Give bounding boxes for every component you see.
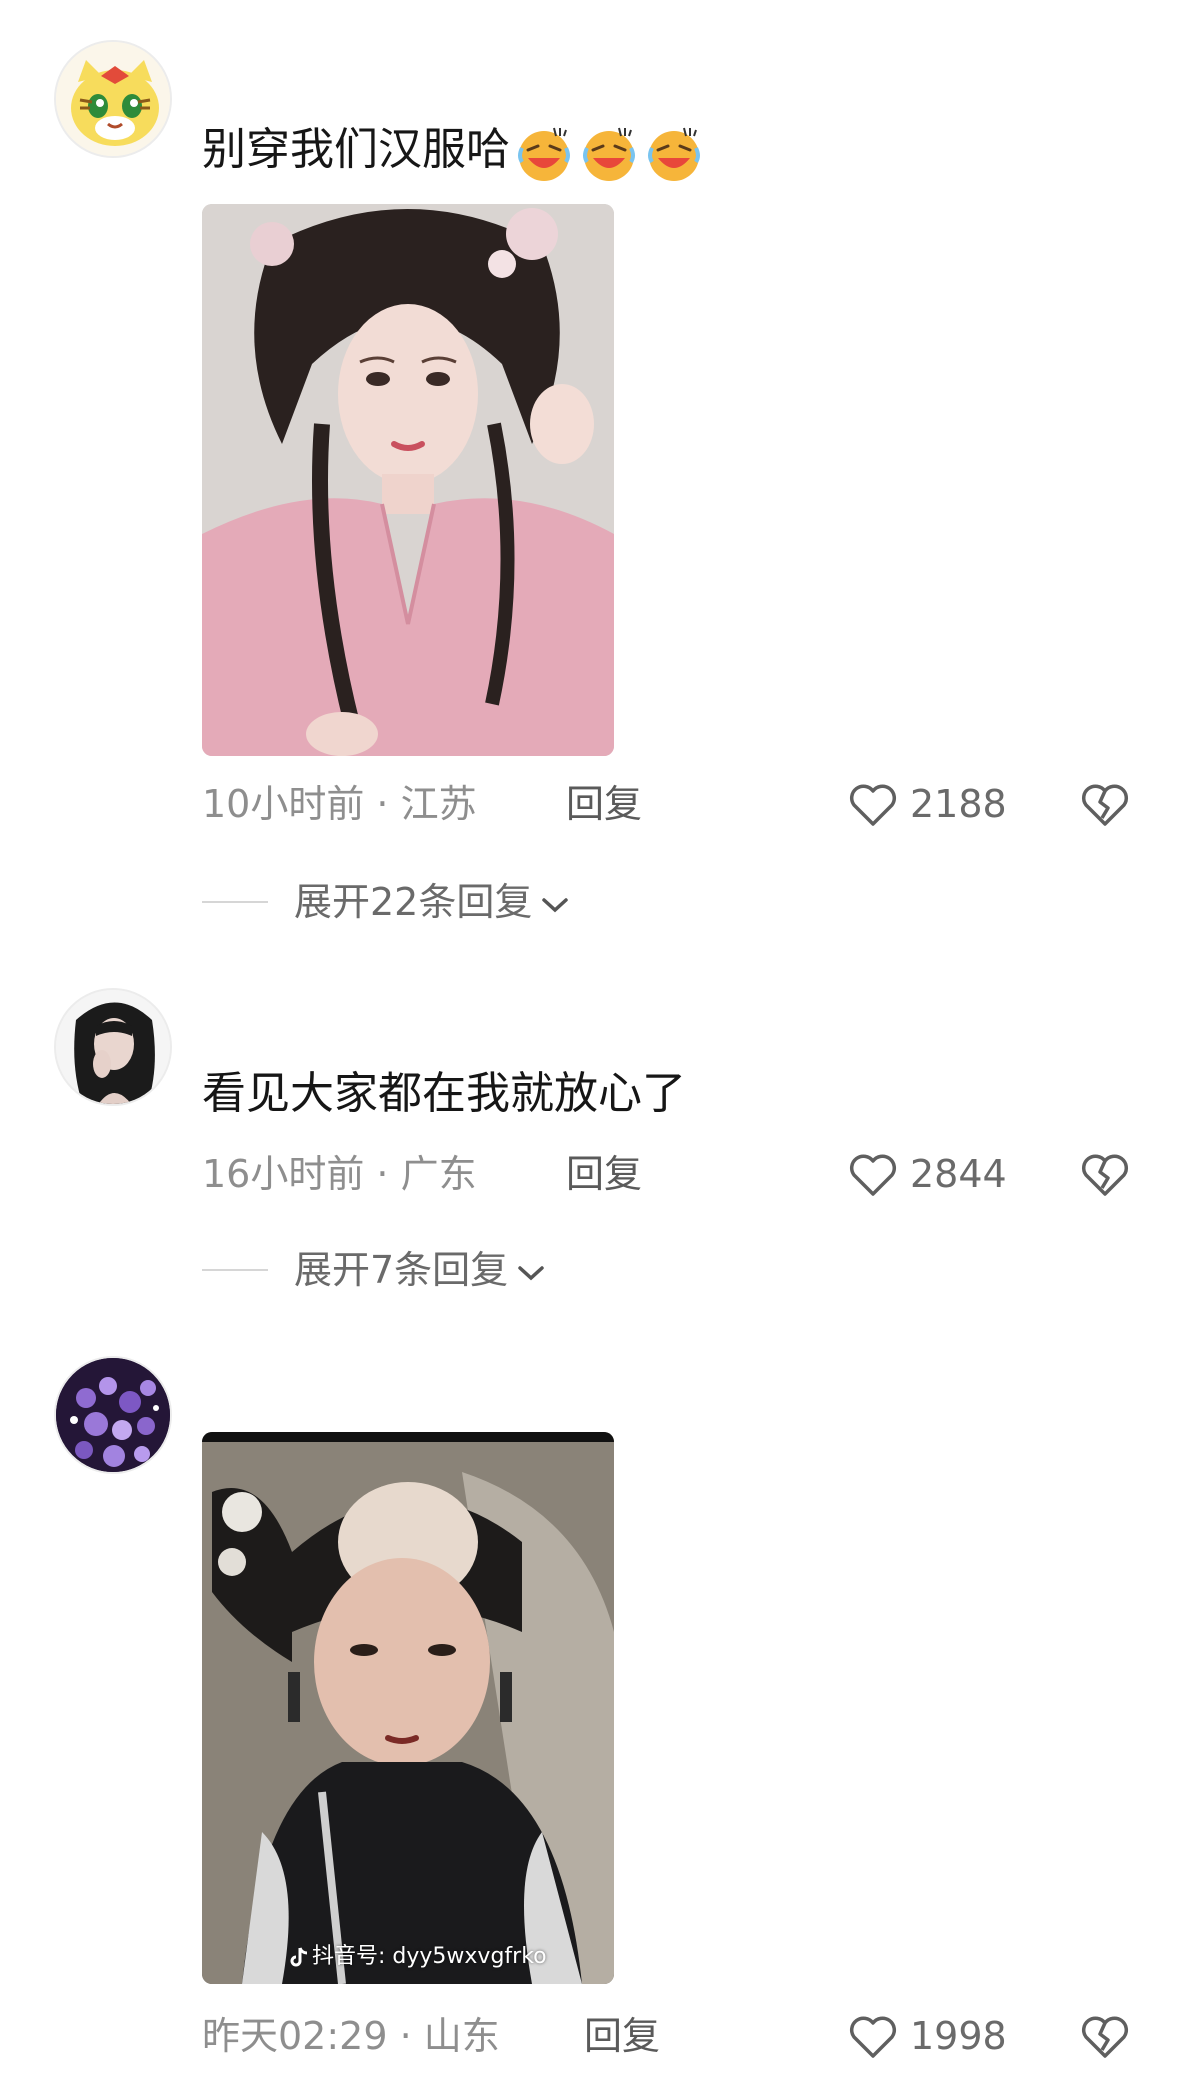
purple-flowers-avatar: [56, 1358, 170, 1472]
chevron-down-icon: [542, 897, 569, 912]
comment-photo[interactable]: 抖音号: dyy5wxvgfrko: [202, 1432, 614, 1984]
expand-replies[interactable]: 展开7条回复: [202, 1242, 802, 1298]
user-avatar[interactable]: [54, 988, 172, 1106]
heart-icon: [849, 784, 897, 826]
comment-text: 别穿我们汉服哈: [202, 120, 709, 182]
comment-meta: 10小时前 · 江苏 回复 2188: [202, 776, 1162, 832]
laughing-tears-emoji-icon: [583, 127, 635, 181]
broken-heart-icon[interactable]: [1080, 1152, 1130, 1198]
expand-replies[interactable]: 展开22条回复: [202, 874, 802, 930]
woman-in-pink-hanfu-photo: [202, 204, 614, 756]
comment-body: 别穿我们汉服哈: [202, 124, 510, 175]
reply-button[interactable]: 回复: [566, 776, 642, 832]
like-count: 1998: [910, 2014, 1007, 2058]
expand-replies-label: 展开22条回复: [294, 874, 570, 930]
emoji-group: [514, 122, 709, 182]
woman-portrait-avatar: [56, 990, 170, 1104]
heart-icon: [849, 1154, 897, 1196]
douyin-watermark: 抖音号: dyy5wxvgfrko: [290, 1938, 547, 1970]
user-avatar[interactable]: [54, 1356, 172, 1474]
comment-meta: 昨天02:29 · 山东 回复 1998: [202, 2008, 1162, 2064]
user-avatar[interactable]: [54, 40, 172, 158]
comment-time-location: 10小时前 · 江苏: [202, 782, 477, 826]
heart-icon: [849, 2016, 897, 2058]
comment-photo[interactable]: [202, 204, 614, 756]
comment-meta: 16小时前 · 广东 回复 2844: [202, 1146, 1162, 1202]
chevron-down-icon: [518, 1265, 544, 1280]
broken-heart-icon[interactable]: [1080, 2014, 1130, 2060]
like-count: 2188: [910, 782, 1007, 826]
like-count: 2844: [910, 1152, 1007, 1196]
divider-line: [202, 1269, 268, 1271]
reply-button[interactable]: 回复: [566, 1146, 642, 1202]
laughing-tears-emoji-icon: [648, 127, 700, 181]
expand-replies-label: 展开7条回复: [294, 1242, 546, 1298]
qing-dynasty-woman-photo: [202, 1432, 614, 1984]
tiger-avatar-icon: [56, 42, 170, 156]
comment-time-location: 昨天02:29 · 山东: [202, 2014, 500, 2058]
broken-heart-icon[interactable]: [1080, 782, 1130, 828]
laughing-tears-emoji-icon: [518, 127, 570, 181]
reply-button[interactable]: 回复: [584, 2008, 660, 2064]
comment-time-location: 16小时前 · 广东: [202, 1152, 477, 1196]
comment-text: 看见大家都在我就放心了: [202, 1068, 686, 1119]
divider-line: [202, 901, 268, 903]
douyin-logo-icon: [290, 1947, 308, 1967]
